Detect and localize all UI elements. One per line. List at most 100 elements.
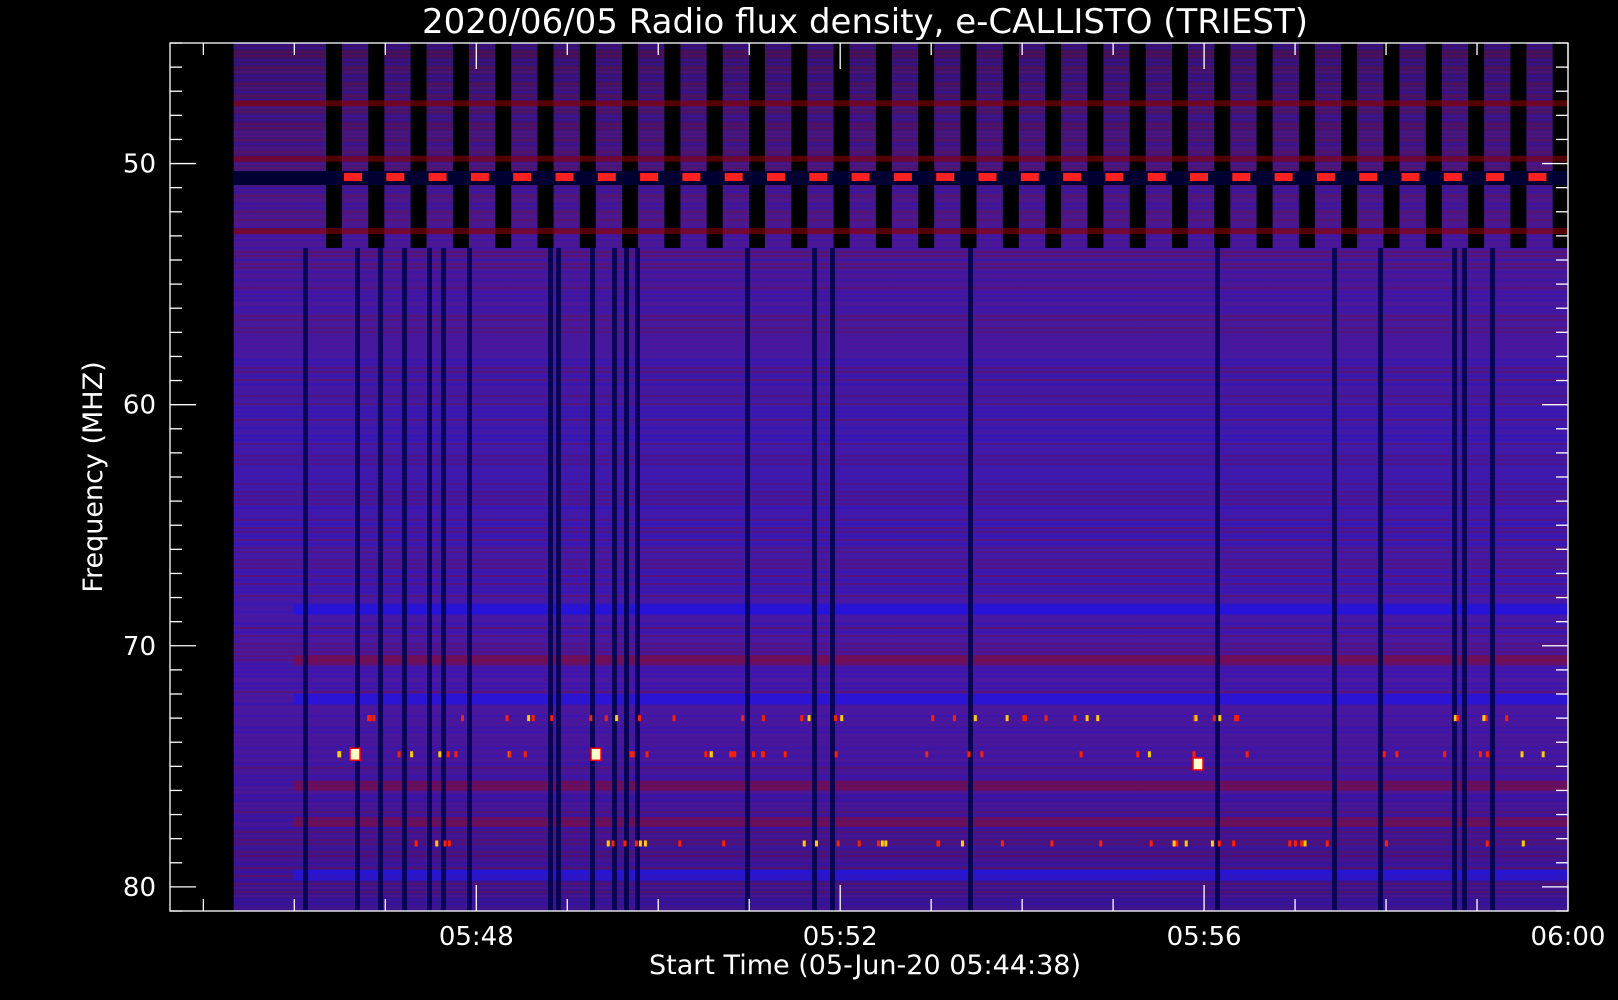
spectrogram-burst [349,747,361,762]
spectrogram-striation [233,395,1568,397]
y-tick-label: 80 [123,873,156,903]
spectrogram-striation [233,619,1568,621]
spectrogram-striation [233,527,1568,529]
spectrogram-burst [590,747,602,762]
spectrogram-striation [233,851,1568,853]
spectrogram-burst [678,840,682,847]
interference-segment [428,173,447,182]
spectrogram-striation [233,111,1568,113]
spectrogram-burst [672,715,676,722]
spectrogram-burst [461,715,465,722]
spectrogram-burst [1245,751,1249,758]
spectrogram-striation [233,459,1568,461]
spectrogram-striation [233,523,1568,525]
spectrogram-striation [233,451,1568,453]
spectrogram-striation [233,847,1568,849]
spectrogram-striation [233,759,1568,761]
spectrogram-striation [233,359,1568,361]
spectrogram-striation [233,375,1568,377]
spectrogram-burst [1485,751,1489,758]
spectrogram-streak [635,247,640,911]
spectrogram-burst [884,840,888,847]
spectrogram-striation [233,431,1568,433]
spectrogram-striation [233,403,1568,405]
spectrogram-striation [233,675,1568,677]
spectrogram-striation [233,895,1568,897]
spectrogram-band [233,100,1568,107]
spectrogram-striation [233,167,1568,169]
spectrogram-striation [233,563,1568,565]
spectrogram-striation [233,95,1568,97]
spectrogram-striation [233,487,1568,489]
spectrogram-striation [233,511,1568,513]
spectrogram-burst [880,840,884,847]
spectrogram-striation [233,75,1568,77]
spectrogram-burst [1303,840,1307,847]
spectrogram-striation [233,771,1568,773]
spectrogram-striation [233,255,1568,257]
spectrogram-burst [1050,840,1054,847]
spectrogram-striation [233,803,1568,805]
spectrogram-striation [233,731,1568,733]
spectrogram-burst [550,715,554,722]
spectrogram-striation [233,519,1568,521]
spectrogram-burst [857,840,861,847]
spectrogram-burst [980,751,984,758]
spectrogram-striation [233,595,1568,597]
spectrogram-striation [233,515,1568,517]
spectrogram-striation [233,579,1568,581]
spectrogram-striation [233,275,1568,277]
spectrogram-striation [233,867,1568,869]
spectrogram-striation [233,271,1568,273]
spectrogram-striation [233,903,1568,905]
spectrogram-striation [233,475,1568,477]
spectrogram-striation [233,711,1568,713]
spectrogram-striation [233,135,1568,137]
y-tick-label: 60 [123,391,156,421]
spectrogram-burst [1194,715,1198,722]
spectrogram-striation [233,503,1568,505]
spectrogram-striation [233,63,1568,65]
spectrogram-burst [732,751,736,758]
x-tick-label: 06:00 [1531,922,1606,952]
spectrogram-band [293,693,1568,704]
interference-segment [1105,173,1124,182]
spectrogram-striation [233,899,1568,901]
spectrogram-burst [834,715,838,722]
spectrogram-striation [233,827,1568,829]
spectrogram-striation [233,407,1568,409]
spectrogram-striation [233,347,1568,349]
spectrogram-striation [233,203,1568,205]
spectrogram-striation [233,447,1568,449]
spectrogram-striation [233,791,1568,793]
spectrogram-striation [233,67,1568,69]
spectrogram-striation [233,679,1568,681]
spectrogram-burst [807,715,811,722]
spectrogram-striation [233,599,1568,601]
spectrogram-burst [1541,751,1545,758]
spectrogram-striation [233,331,1568,333]
spectrogram-burst [800,715,804,722]
y-tick-label: 50 [123,150,156,180]
spectrogram-burst [337,751,341,758]
spectrogram-gap [706,43,723,248]
spectrogram-burst [1521,840,1525,847]
spectrogram-striation [233,191,1568,193]
spectrogram-striation [233,859,1568,861]
spectrogram-striation [233,415,1568,417]
spectrogram-gap [495,43,512,248]
spectrogram-striation [233,195,1568,197]
spectrogram-striation [233,671,1568,673]
spectrogram-striation [233,491,1568,493]
spectrogram-striation [233,119,1568,121]
spectrogram-burst [1044,715,1048,722]
spectrogram-gap [1510,43,1527,248]
spectrogram-gap [833,43,850,248]
spectrogram-burst [1293,840,1297,847]
spectrogram-burst [1456,715,1460,722]
interference-segment [809,173,828,182]
spectrogram-striation [233,55,1568,57]
spectrogram-burst [1192,757,1204,771]
spectrogram-burst [876,840,880,847]
spectrogram-gap [1129,43,1146,248]
